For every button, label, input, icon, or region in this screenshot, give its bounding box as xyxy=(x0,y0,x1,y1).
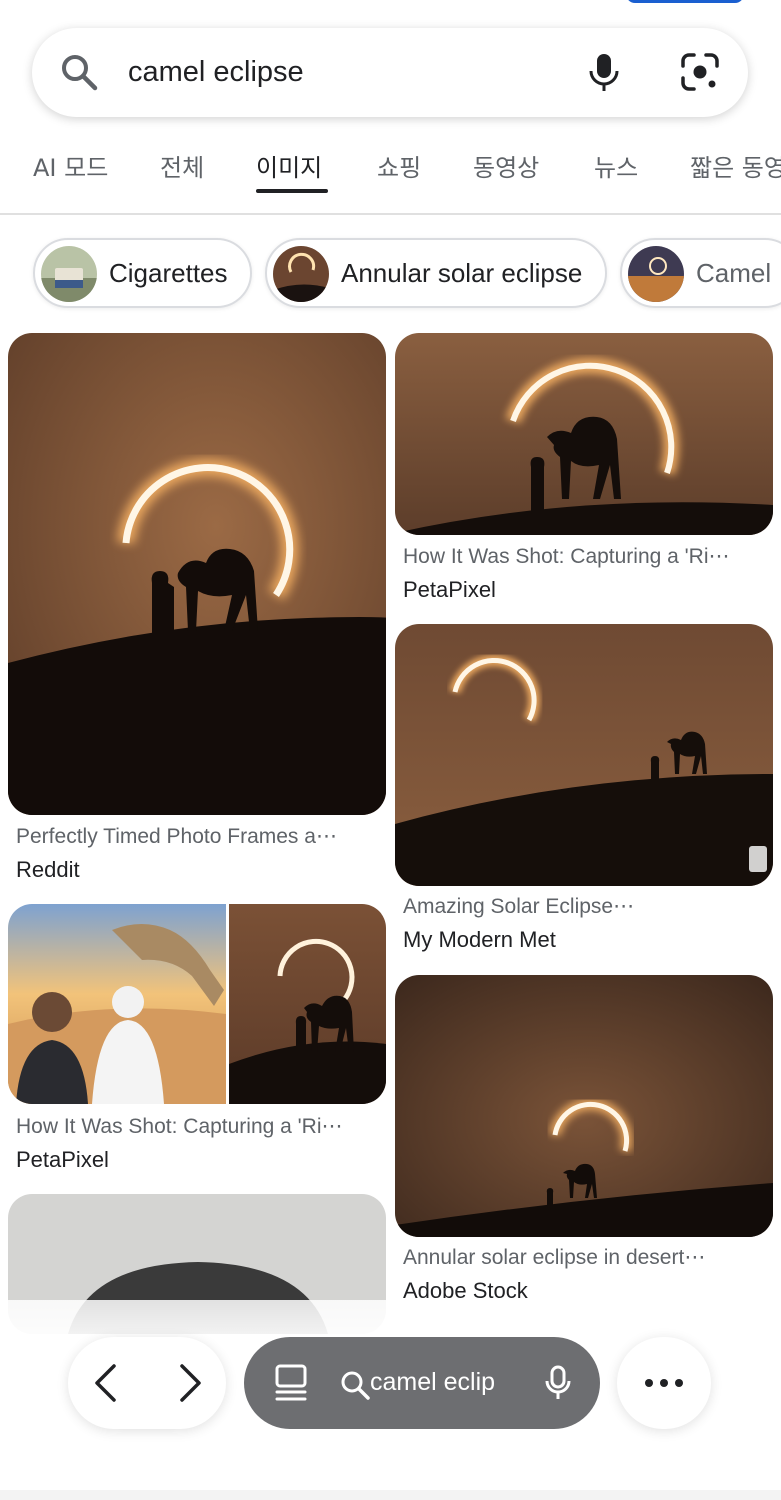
result-title[interactable]: Amazing Solar Eclipse⋯ xyxy=(403,894,763,919)
tabs-icon[interactable] xyxy=(274,1364,308,1402)
result-image-1[interactable] xyxy=(8,333,386,815)
result-title[interactable]: How It Was Shot: Capturing a 'Ri⋯ xyxy=(16,1114,376,1139)
tab-all[interactable]: 전체 xyxy=(160,148,204,183)
result-title[interactable]: Annular solar eclipse in desert⋯ xyxy=(403,1245,763,1270)
address-bar-text[interactable]: camel eclip xyxy=(370,1368,512,1397)
chip-cigarettes[interactable]: Cigarettes xyxy=(33,238,252,308)
chip-camel[interactable]: Camel xyxy=(620,238,781,308)
search-icon xyxy=(62,55,98,91)
tabs-divider xyxy=(0,213,781,215)
top-accent-bar xyxy=(626,0,744,3)
tab-ai-mode[interactable]: AI 모드 xyxy=(33,148,108,183)
chip-label: Annular solar eclipse xyxy=(341,258,583,288)
tab-images[interactable]: 이미지 xyxy=(256,148,322,183)
search-icon xyxy=(341,1371,370,1400)
lens-icon[interactable] xyxy=(680,52,720,92)
mic-icon[interactable] xyxy=(544,1365,572,1401)
chevron-left-icon[interactable] xyxy=(92,1363,120,1403)
tab-short-videos[interactable]: 짧은 동영 xyxy=(690,148,781,183)
search-input[interactable]: camel eclipse xyxy=(128,55,304,89)
result-image-4[interactable] xyxy=(395,624,773,886)
result-image-2[interactable] xyxy=(395,333,773,535)
mic-icon[interactable] xyxy=(586,53,622,93)
tab-videos[interactable]: 동영상 xyxy=(473,148,539,183)
active-tab-indicator xyxy=(256,189,328,193)
chevron-right-icon[interactable] xyxy=(176,1363,204,1403)
result-title[interactable]: How It Was Shot: Capturing a 'Ri⋯ xyxy=(403,544,763,569)
bottom-edge xyxy=(0,1490,781,1500)
chip-thumbnail xyxy=(628,246,684,302)
result-source[interactable]: PetaPixel xyxy=(16,1147,109,1173)
tab-news[interactable]: 뉴스 xyxy=(594,148,638,183)
result-source[interactable]: My Modern Met xyxy=(403,927,556,953)
chip-thumbnail xyxy=(41,246,97,302)
chip-annular-solar-eclipse[interactable]: Annular solar eclipse xyxy=(265,238,607,308)
result-source[interactable]: PetaPixel xyxy=(403,577,496,603)
more-dots-icon xyxy=(645,1379,683,1387)
search-tabs: AI 모드 전체 이미지 쇼핑 동영상 뉴스 짧은 동영 xyxy=(0,140,781,214)
chip-label: Cigarettes xyxy=(109,258,228,288)
result-source[interactable]: Reddit xyxy=(16,857,80,883)
chip-thumbnail xyxy=(273,246,329,302)
tab-shopping[interactable]: 쇼핑 xyxy=(377,148,421,183)
result-image-5[interactable] xyxy=(395,975,773,1237)
result-title[interactable]: Perfectly Timed Photo Frames a⋯ xyxy=(16,824,376,849)
result-image-3[interactable] xyxy=(8,904,386,1104)
chip-label: Camel xyxy=(696,258,772,288)
